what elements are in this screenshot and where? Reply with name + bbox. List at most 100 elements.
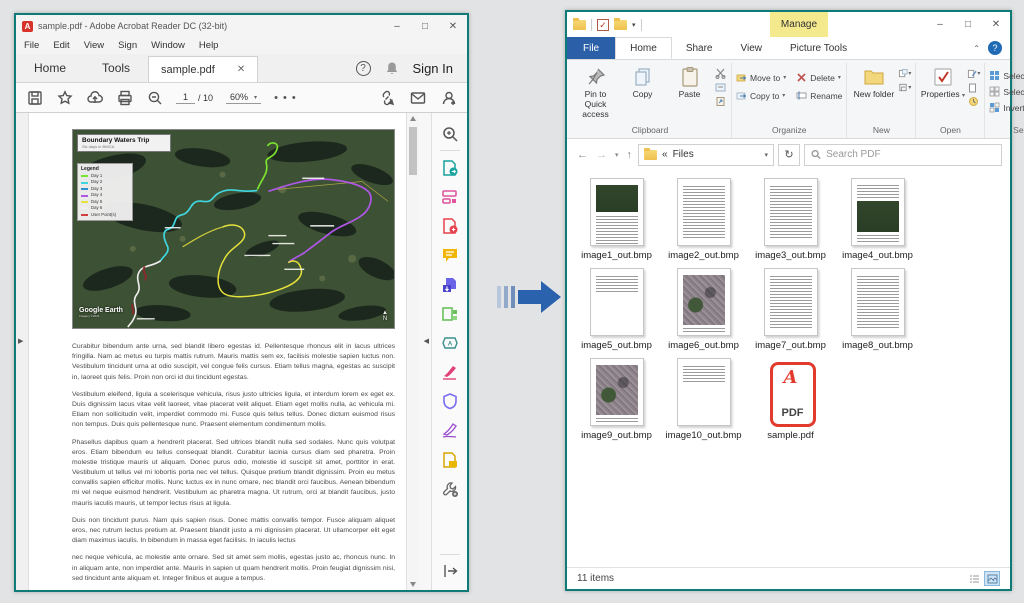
select-all-button[interactable]: Select all (989, 70, 1024, 81)
page-indicator[interactable]: 1 / 10 (176, 91, 213, 104)
pdf-document-page[interactable]: Boundary Waters Trip Six days in BWCA Le… (29, 113, 406, 590)
menu-item[interactable]: View (84, 40, 104, 51)
tab-home[interactable]: Home (16, 53, 84, 82)
new-item-icon[interactable]: ▾ (898, 68, 911, 79)
share-link-icon[interactable] (378, 89, 395, 106)
close-document-icon[interactable]: ✕ (237, 64, 245, 75)
tab-picture-tools[interactable]: Picture Tools (776, 37, 861, 59)
export-pdf-icon[interactable] (440, 158, 460, 178)
close-button[interactable]: ✕ (982, 12, 1010, 37)
comment-icon[interactable] (440, 245, 460, 265)
copy-path-icon[interactable] (714, 82, 727, 93)
breadcrumb[interactable]: « Files ▾ (638, 144, 774, 166)
properties-quick-icon[interactable]: ✓ (597, 19, 609, 31)
menu-item[interactable]: File (24, 40, 39, 51)
maximize-button[interactable]: □ (411, 15, 439, 37)
history-icon[interactable] (967, 82, 980, 93)
close-button[interactable]: ✕ (439, 15, 467, 37)
expand-nav-pane-icon[interactable]: ▶ (18, 337, 23, 345)
help-icon[interactable]: ? (356, 61, 371, 76)
thumbnail-view-icon[interactable] (984, 571, 1000, 586)
move-to-button[interactable]: Move to▾ (736, 72, 786, 83)
cloud-upload-icon[interactable] (86, 89, 103, 106)
stamp-icon[interactable] (440, 450, 460, 470)
help-icon[interactable]: ? (988, 41, 1002, 55)
maximize-button[interactable]: □ (954, 12, 982, 37)
tab-tools[interactable]: Tools (84, 53, 148, 82)
cut-icon[interactable] (714, 68, 727, 79)
copy-to-button[interactable]: Copy to▾ (736, 90, 786, 101)
search-box[interactable] (804, 144, 1002, 166)
protect-icon[interactable] (440, 391, 460, 411)
file-item[interactable]: image1_out.bmp (573, 178, 660, 262)
customize-toolbar-caret-icon[interactable]: ▾ (632, 21, 636, 29)
email-icon[interactable] (409, 89, 426, 106)
refresh-icon[interactable]: ↻ (778, 144, 800, 166)
back-icon[interactable]: ← (575, 149, 590, 161)
file-item[interactable]: image4_out.bmp (834, 178, 921, 262)
create-pdf-icon[interactable] (440, 216, 460, 236)
account-person-icon[interactable] (440, 89, 457, 106)
tab-file[interactable]: File (567, 37, 615, 59)
zoom-out-icon[interactable] (146, 89, 163, 106)
current-page-field[interactable]: 1 (176, 91, 195, 104)
collapse-tools-pane-icon[interactable]: ◀ (424, 337, 429, 345)
new-folder-button[interactable]: New folder (851, 64, 896, 100)
collapse-ribbon-icon[interactable]: ⌃ (973, 44, 980, 53)
scroll-up-icon[interactable] (410, 116, 416, 121)
fill-and-sign-icon[interactable] (440, 362, 460, 382)
easy-access-icon[interactable]: ▾ (898, 82, 911, 93)
collapse-panel-icon[interactable] (440, 561, 460, 581)
delete-button[interactable]: Delete▾ (796, 72, 842, 83)
recent-locations-caret-icon[interactable]: ▾ (613, 151, 621, 159)
paste-shortcut-icon[interactable] (714, 96, 727, 107)
menu-item[interactable]: Sign (118, 40, 137, 51)
certificates-icon[interactable] (440, 420, 460, 440)
paste-button[interactable]: Paste (667, 64, 712, 100)
combine-files-icon[interactable] (440, 275, 460, 295)
rename-button[interactable]: Rename (796, 90, 842, 101)
breadcrumb-caret-icon[interactable]: ▾ (764, 151, 768, 159)
file-item[interactable]: image9_out.bmp (573, 358, 660, 442)
edit-file-icon[interactable]: ▾ (967, 68, 980, 79)
star-favorite-icon[interactable] (56, 89, 73, 106)
vertical-scrollbar[interactable] (406, 113, 419, 590)
minimize-button[interactable]: – (926, 12, 954, 37)
sign-in-button[interactable]: Sign In (413, 61, 453, 76)
edit-pdf-icon[interactable] (440, 187, 460, 207)
open-with-icon[interactable] (967, 96, 980, 107)
menu-item[interactable]: Window (151, 40, 185, 51)
file-item[interactable]: image8_out.bmp (834, 268, 921, 352)
forward-icon[interactable]: → (594, 149, 609, 161)
tab-share[interactable]: Share (672, 37, 727, 59)
file-item[interactable]: sample.pdf (747, 358, 834, 442)
file-item[interactable]: image7_out.bmp (747, 268, 834, 352)
file-item[interactable]: image3_out.bmp (747, 178, 834, 262)
more-tools-icon[interactable]: • • • (274, 92, 297, 104)
file-item[interactable]: image10_out.bmp (660, 358, 747, 442)
compress-pdf-icon[interactable]: A (440, 333, 460, 353)
menu-item[interactable]: Help (199, 40, 219, 51)
pin-to-quick-access-button[interactable]: Pin to Quick access (573, 64, 618, 119)
breadcrumb-folder[interactable]: Files (673, 149, 694, 160)
search-tools-icon[interactable] (440, 124, 460, 144)
file-item[interactable]: image2_out.bmp (660, 178, 747, 262)
tab-view[interactable]: View (727, 37, 777, 59)
save-icon[interactable] (26, 89, 43, 106)
print-icon[interactable] (116, 89, 133, 106)
tab-home[interactable]: Home (615, 37, 672, 59)
scroll-down-icon[interactable] (410, 582, 416, 587)
organize-pages-icon[interactable] (440, 304, 460, 324)
select-none-button[interactable]: Select none (989, 86, 1024, 97)
file-item[interactable]: image5_out.bmp (573, 268, 660, 352)
file-item[interactable]: image6_out.bmp (660, 268, 747, 352)
tab-document[interactable]: sample.pdf ✕ (148, 56, 258, 82)
copy-button[interactable]: Copy (620, 64, 665, 100)
up-icon[interactable]: ↑ (625, 149, 635, 161)
details-view-icon[interactable] (966, 571, 982, 586)
new-folder-quick-icon[interactable] (614, 20, 627, 30)
minimize-button[interactable]: – (383, 15, 411, 37)
manage-ribbon-context[interactable]: Manage (770, 12, 828, 37)
invert-selection-button[interactable]: Invert selection (989, 102, 1024, 113)
zoom-level-dropdown[interactable]: 60% ▾ (226, 91, 261, 104)
